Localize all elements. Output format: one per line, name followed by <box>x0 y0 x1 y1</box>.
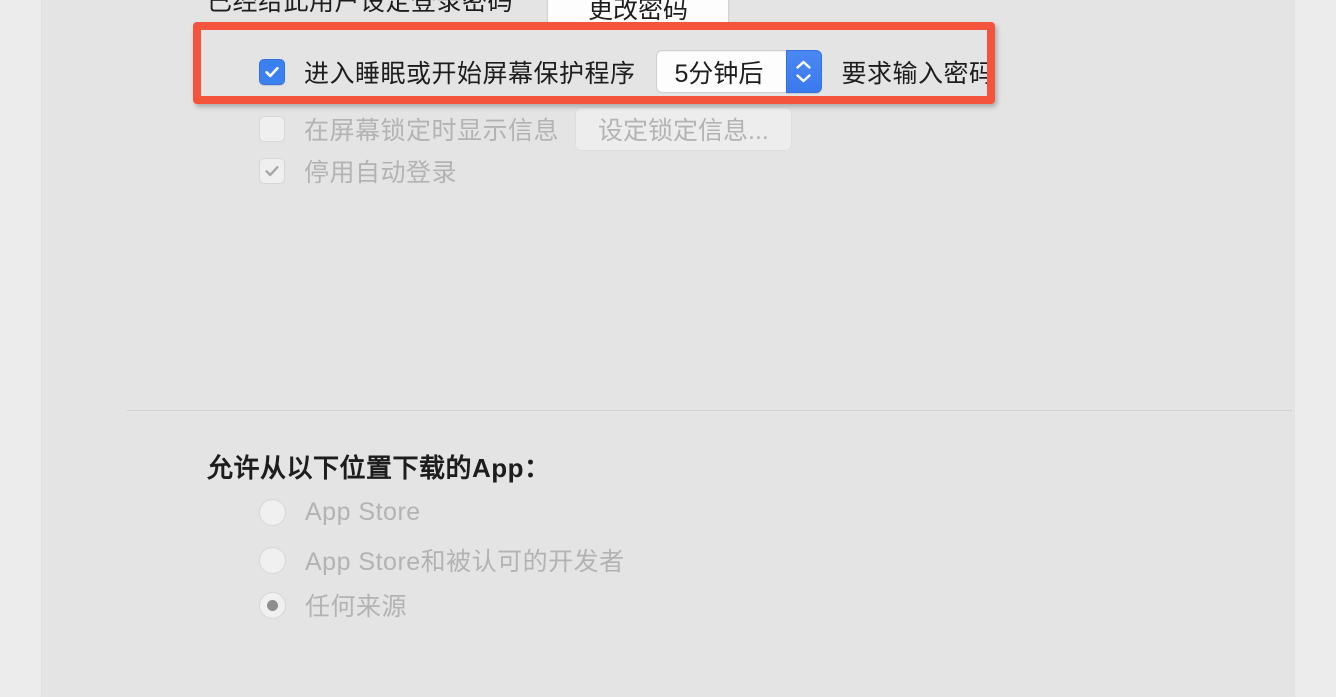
app-source-label-anywhere: 任何来源 <box>305 593 408 621</box>
radio-app-store-and-identified-developers <box>259 546 286 574</box>
app-source-option-app-store: App Store <box>259 498 421 527</box>
chevron-up-icon <box>796 60 811 69</box>
chevron-down-icon <box>796 74 811 83</box>
radio-dot <box>267 599 278 611</box>
disable-autologin-row: 停用自动登录 <box>259 153 457 189</box>
sleep-delay-stepper-control[interactable]: 5分钟后 <box>655 50 822 93</box>
password-status-row: 已经给此用户设定登录密码 <box>207 0 513 18</box>
app-source-label-app-store: App Store <box>305 498 421 526</box>
app-source-option-app-store-and-identified-developers: App Store和被认可的开发者 <box>259 542 625 578</box>
security-privacy-panel: 已经给此用户设定登录密码 更改密码 进入睡眠或开始屏幕保护程序 5分钟后 要求输… <box>41 0 1295 697</box>
app-source-label-app-store-and-identified-developers: App Store和被认可的开发者 <box>305 548 625 576</box>
app-download-heading: 允许从以下位置下载的App： <box>207 453 551 483</box>
set-lock-message-button-label: 设定锁定信息... <box>598 117 769 145</box>
preferences-window: 已经给此用户设定登录密码 更改密码 进入睡眠或开始屏幕保护程序 5分钟后 要求输… <box>0 0 1336 697</box>
section-divider <box>127 410 1292 411</box>
change-password-button-label: 更改密码 <box>587 0 688 24</box>
change-password-button[interactable]: 更改密码 <box>547 0 729 28</box>
lock-message-row: 在屏幕锁定时显示信息 设定锁定信息... <box>259 107 792 151</box>
sleep-delay-field[interactable]: 5分钟后 <box>655 50 786 93</box>
set-lock-message-button: 设定锁定信息... <box>575 107 792 151</box>
sleep-password-label: 进入睡眠或开始屏幕保护程序 <box>304 59 636 88</box>
lock-message-label: 在屏幕锁定时显示信息 <box>304 117 560 145</box>
password-status-label: 已经给此用户设定登录密码 <box>207 0 514 16</box>
lock-message-checkbox <box>259 116 285 142</box>
sleep-password-row: 进入睡眠或开始屏幕保护程序 5分钟后 要求输入密码 <box>259 50 995 93</box>
radio-app-store <box>259 499 286 526</box>
disable-autologin-label: 停用自动登录 <box>304 159 458 187</box>
radio-anywhere <box>259 591 286 619</box>
sleep-delay-stepper-buttons[interactable] <box>785 50 822 93</box>
sleep-delay-value: 5分钟后 <box>674 59 764 88</box>
disable-autologin-checkbox <box>259 158 285 184</box>
app-source-option-anywhere: 任何来源 <box>259 587 407 623</box>
sleep-password-checkbox[interactable] <box>259 58 285 85</box>
sleep-password-trailing-label: 要求输入密码 <box>841 59 995 88</box>
